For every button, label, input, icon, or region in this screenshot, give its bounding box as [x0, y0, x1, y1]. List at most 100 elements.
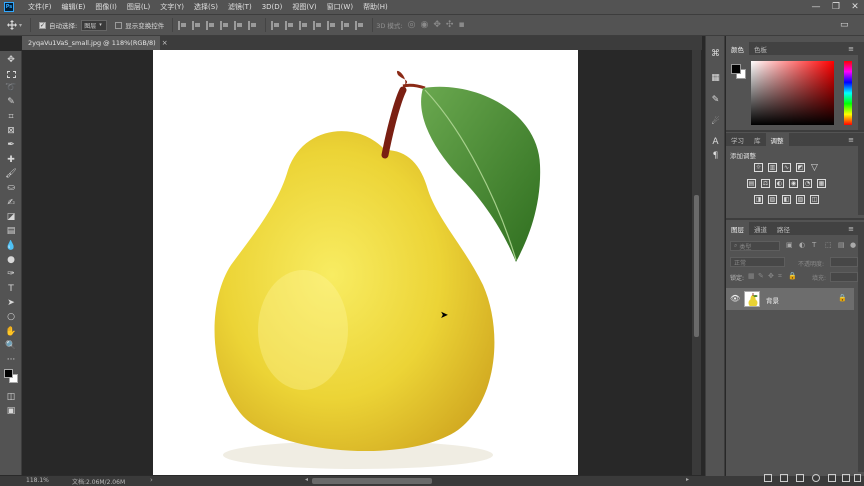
levels-icon[interactable]: ▥: [768, 163, 777, 172]
screen-mode-icon[interactable]: ▣: [5, 405, 17, 417]
history-brush-tool-icon[interactable]: ✍: [5, 197, 17, 209]
blur-tool-icon[interactable]: 💧: [5, 240, 17, 252]
layer-filter-dropdown[interactable]: ⌕ 类型: [730, 241, 780, 251]
pen-tool-icon[interactable]: ✑: [5, 268, 17, 280]
minimize-button[interactable]: —: [806, 0, 826, 14]
opacity-field[interactable]: [830, 257, 858, 267]
clone-stamp-tool-icon[interactable]: ⛀: [5, 182, 17, 194]
color-picker-field[interactable]: [751, 61, 834, 125]
type-tool-icon[interactable]: T: [5, 283, 17, 295]
layer-name[interactable]: 背景: [766, 295, 779, 305]
lasso-tool-icon[interactable]: ➰: [5, 82, 17, 94]
tab-paths[interactable]: 路径: [772, 222, 795, 235]
channel-mixer-icon[interactable]: ◔: [803, 179, 812, 188]
tab-color[interactable]: 颜色: [726, 42, 749, 55]
new-group-icon[interactable]: [828, 474, 836, 482]
tab-learn[interactable]: 学习: [726, 133, 749, 146]
add-mask-icon[interactable]: [796, 474, 804, 482]
color-lookup-icon[interactable]: ▦: [817, 179, 826, 188]
new-adjustment-layer-icon[interactable]: [812, 474, 820, 482]
brightness-contrast-icon[interactable]: ☼: [754, 163, 763, 172]
selective-color-icon[interactable]: ◫: [810, 195, 819, 204]
link-layers-icon[interactable]: [764, 474, 772, 482]
distribute-hcenter-icon[interactable]: [327, 20, 336, 30]
threshold-icon[interactable]: ◧: [782, 195, 791, 204]
align-bottom-icon[interactable]: [248, 20, 257, 30]
filter-adjustment-icon[interactable]: ◐: [799, 241, 805, 249]
document-size[interactable]: 文档:2.06M/2.06M: [72, 477, 125, 486]
visibility-eye-icon[interactable]: 👁: [730, 294, 740, 303]
character-panel-icon[interactable]: A: [710, 136, 721, 147]
vibrance-icon[interactable]: ▽: [810, 163, 819, 173]
distribute-right-icon[interactable]: [341, 20, 350, 30]
status-menu-chevron-icon[interactable]: ›: [150, 476, 153, 484]
delete-layer-icon[interactable]: [854, 474, 861, 482]
invert-icon[interactable]: ◨: [754, 195, 763, 204]
hand-tool-icon[interactable]: ✋: [5, 326, 17, 338]
filter-shape-icon[interactable]: ⬚: [825, 241, 832, 249]
menu-edit[interactable]: 编辑(E): [62, 2, 86, 12]
lock-image-icon[interactable]: ✎: [758, 272, 764, 280]
hue-saturation-icon[interactable]: ▤: [747, 179, 756, 188]
show-transform-checkbox[interactable]: [115, 21, 123, 29]
new-layer-icon[interactable]: [842, 474, 850, 482]
menu-type[interactable]: 文字(Y): [160, 2, 184, 12]
quick-mask-icon[interactable]: ◫: [5, 391, 17, 403]
menu-help[interactable]: 帮助(H): [363, 2, 388, 12]
panel-menu-icon[interactable]: ≡: [848, 136, 854, 144]
align-right-icon[interactable]: [206, 20, 215, 30]
curves-icon[interactable]: ∿: [782, 163, 791, 172]
eraser-tool-icon[interactable]: ◪: [5, 211, 17, 223]
menu-file[interactable]: 文件(F): [28, 2, 52, 12]
auto-select-dropdown[interactable]: 图层 ▾: [81, 19, 108, 31]
posterize-icon[interactable]: ▨: [768, 195, 777, 204]
menu-3d[interactable]: 3D(D): [262, 3, 283, 11]
tab-libraries[interactable]: 库: [749, 133, 766, 146]
3d-slide-icon[interactable]: ✣: [446, 20, 454, 30]
filter-toggle-icon[interactable]: ●: [850, 241, 856, 249]
marquee-tool-icon[interactable]: [5, 68, 17, 80]
color-balance-icon[interactable]: ⚖: [761, 179, 770, 188]
3d-roll-icon[interactable]: ◉: [420, 20, 428, 30]
frame-tool-icon[interactable]: ⊠: [5, 125, 17, 137]
shape-tool-icon[interactable]: ○: [5, 311, 17, 323]
layer-lock-icon[interactable]: 🔒: [838, 294, 847, 302]
scroll-right-icon[interactable]: ▸: [686, 476, 689, 483]
tab-swatches[interactable]: 色板: [749, 42, 772, 55]
filter-pixel-icon[interactable]: ▣: [786, 241, 793, 249]
lock-artboard-icon[interactable]: ⌗: [778, 272, 782, 281]
align-horizontal-center-icon[interactable]: [192, 20, 201, 30]
3d-pan-icon[interactable]: ✥: [433, 20, 441, 30]
properties-panel-icon[interactable]: ▦: [710, 72, 721, 83]
brush-tool-icon[interactable]: 🖌: [5, 168, 17, 180]
healing-brush-tool-icon[interactable]: ✚: [5, 154, 17, 166]
menu-view[interactable]: 视图(V): [292, 2, 316, 12]
auto-select-checkbox[interactable]: ✓: [39, 21, 47, 29]
blend-mode-dropdown[interactable]: 正常: [730, 257, 785, 267]
restore-button[interactable]: ❐: [826, 0, 846, 14]
tab-layers[interactable]: 图层: [726, 222, 749, 235]
distribute-bottom-icon[interactable]: [299, 20, 308, 30]
gradient-tool-icon[interactable]: ▤: [5, 225, 17, 237]
menu-layer[interactable]: 图层(L): [127, 2, 150, 12]
layer-row[interactable]: 👁 背景 🔒: [726, 288, 854, 310]
distribute-vcenter-icon[interactable]: [285, 20, 294, 30]
foreground-color-swatch[interactable]: [731, 64, 741, 74]
zoom-tool-icon[interactable]: 🔍: [5, 340, 17, 352]
menu-image[interactable]: 图像(I): [95, 2, 117, 12]
scroll-left-icon[interactable]: ◂: [305, 476, 308, 483]
foreground-color-swatch[interactable]: [4, 369, 13, 378]
crop-tool-icon[interactable]: ⌗: [5, 111, 17, 123]
brushes-panel-icon[interactable]: ☄: [710, 116, 721, 127]
close-tab-icon[interactable]: ×: [162, 39, 168, 47]
menu-select[interactable]: 选择(S): [194, 2, 218, 12]
black-white-icon[interactable]: ◐: [775, 179, 784, 188]
horizontal-scrollbar-thumb[interactable]: [312, 478, 432, 484]
path-selection-tool-icon[interactable]: ➤: [5, 297, 17, 309]
move-tool-icon[interactable]: ✥: [5, 54, 17, 66]
filter-type-icon[interactable]: T: [812, 241, 816, 249]
history-panel-icon[interactable]: ⌘: [710, 48, 721, 59]
panel-menu-icon[interactable]: ≡: [848, 225, 854, 233]
vertical-scrollbar-thumb[interactable]: [694, 195, 699, 337]
paragraph-panel-icon[interactable]: ¶: [710, 150, 721, 161]
